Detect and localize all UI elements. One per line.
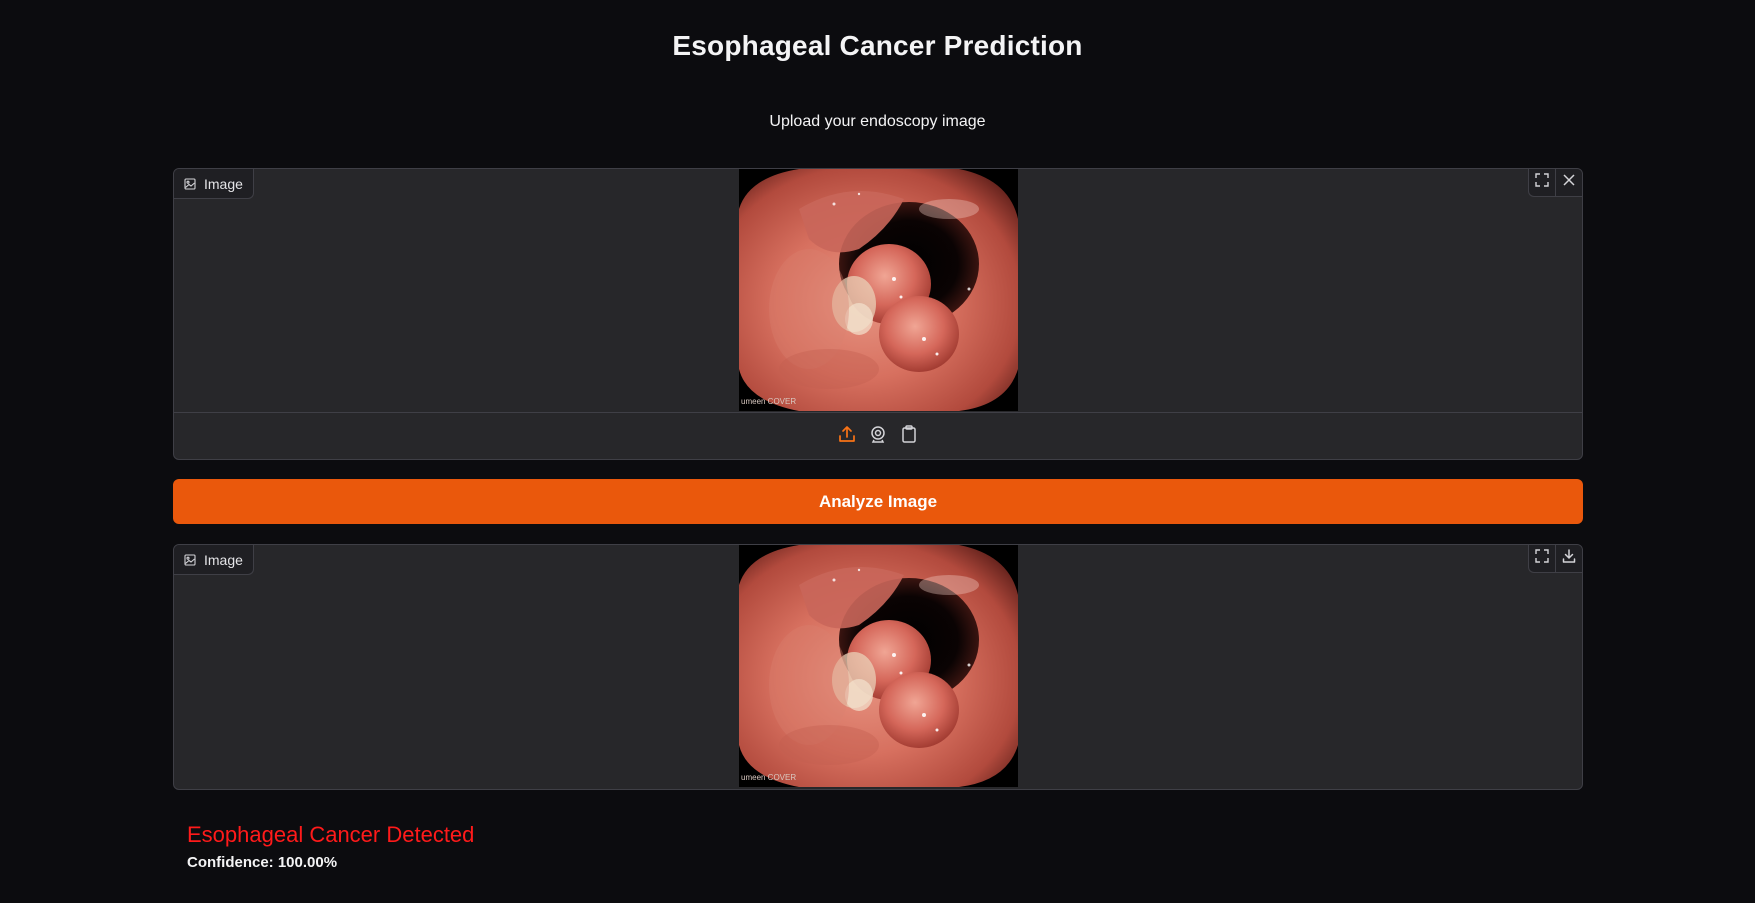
image-icon (184, 177, 196, 190)
confidence-label: Confidence: (187, 854, 274, 871)
clear-button[interactable] (1555, 169, 1582, 196)
confidence-value: 100.00% (277, 854, 338, 871)
upload-icon (838, 425, 856, 448)
clipboard-button[interactable] (899, 424, 920, 448)
image-watermark: umeen COVER (741, 397, 796, 406)
fullscreen-button[interactable] (1529, 545, 1555, 572)
image-output-label-text: Image (204, 551, 243, 568)
image-source-bar (174, 412, 1582, 459)
fullscreen-button[interactable] (1529, 169, 1555, 196)
download-icon (1562, 549, 1576, 568)
image-input-label-text: Image (204, 175, 243, 192)
upload-button[interactable] (837, 425, 858, 448)
page-title: Esophageal Cancer Prediction (672, 30, 1083, 61)
image-output-panel: Image umeen COVER (173, 544, 1583, 790)
webcam-button[interactable] (868, 425, 889, 448)
analyze-image-button[interactable]: Analyze Image (173, 479, 1583, 524)
image-icon (184, 553, 196, 566)
image-output-label: Image (174, 545, 254, 575)
webcam-icon (869, 425, 887, 448)
fullscreen-icon (1535, 549, 1549, 568)
image-watermark: umeen COVER (741, 773, 796, 782)
download-button[interactable] (1555, 545, 1582, 572)
page-subtitle: Upload your endoscopy image (769, 113, 986, 130)
endoscopy-image-input: umeen COVER (739, 169, 1018, 411)
image-input-panel[interactable]: Image umeen COVER (173, 168, 1583, 460)
endoscopy-image-output: umeen COVER (739, 545, 1018, 787)
output-toolbar (1528, 545, 1582, 573)
clipboard-icon (900, 424, 918, 448)
fullscreen-icon (1535, 173, 1549, 192)
prediction-result: Esophageal Cancer Detected (187, 822, 475, 847)
confidence-line: Confidence: 100.00% (187, 854, 337, 871)
close-icon (1562, 173, 1576, 192)
input-toolbar (1528, 169, 1582, 197)
image-input-label: Image (174, 169, 254, 199)
